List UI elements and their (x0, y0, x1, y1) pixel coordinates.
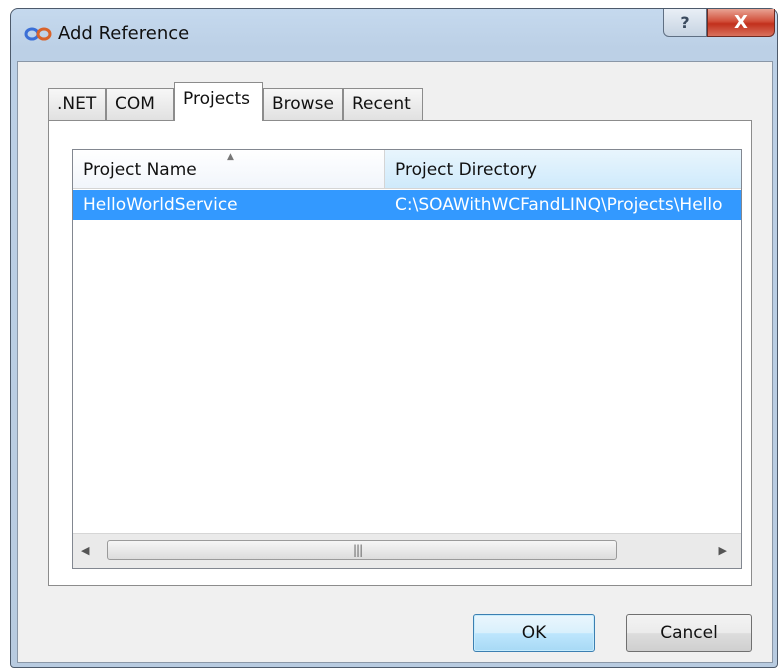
ok-button[interactable]: OK (473, 614, 595, 652)
tab-label: Browse (272, 94, 334, 114)
window-title: Add Reference (58, 23, 190, 44)
column-header-label: Project Name (83, 160, 197, 180)
project-name-cell: HelloWorldService (83, 195, 238, 215)
tab-label: Projects (183, 89, 251, 109)
tab-browse[interactable]: Browse (263, 88, 343, 120)
cancel-button[interactable]: Cancel (626, 614, 752, 652)
help-button[interactable]: ? (663, 9, 707, 37)
title-bar[interactable]: Add Reference ? X (11, 9, 777, 61)
close-button[interactable]: X (707, 9, 775, 37)
projects-tab-panel: ▲ Project Name Project Directory HelloWo… (48, 120, 752, 586)
scroll-left-icon[interactable]: ◀ (81, 544, 89, 557)
close-icon: X (734, 12, 748, 33)
reference-icon (24, 27, 52, 41)
column-header-label: Project Directory (395, 160, 537, 180)
tab-recent[interactable]: Recent (343, 88, 423, 120)
grip-icon: ||| (353, 543, 363, 557)
list-header: ▲ Project Name Project Directory (73, 150, 741, 189)
column-header-project-name[interactable]: ▲ Project Name (73, 150, 385, 188)
project-directory-cell: C:\SOAWithWCFandLINQ\Projects\Hello (395, 195, 723, 215)
list-row[interactable]: HelloWorldService C:\SOAWithWCFandLINQ\P… (73, 190, 741, 220)
help-icon: ? (680, 13, 690, 32)
tab-label: COM (115, 94, 155, 114)
scrollbar-thumb[interactable]: ||| (107, 540, 617, 560)
tab-label: Recent (352, 94, 411, 114)
tab-net[interactable]: .NET (48, 88, 106, 120)
scroll-right-icon[interactable]: ▶ (719, 544, 727, 557)
dialog-content: .NET COM Projects Browse Recent ▲ Projec… (17, 61, 773, 663)
tab-com[interactable]: COM (106, 88, 174, 120)
projects-list[interactable]: ▲ Project Name Project Directory HelloWo… (72, 149, 742, 569)
tab-label: .NET (57, 94, 97, 114)
horizontal-scrollbar[interactable]: ◀ ||| ▶ (73, 533, 741, 568)
add-reference-dialog: Add Reference ? X .NET COM Projects Brow… (10, 8, 778, 668)
sort-ascending-icon: ▲ (227, 152, 234, 162)
column-header-project-directory[interactable]: Project Directory (385, 150, 741, 188)
tab-projects[interactable]: Projects (174, 82, 263, 121)
